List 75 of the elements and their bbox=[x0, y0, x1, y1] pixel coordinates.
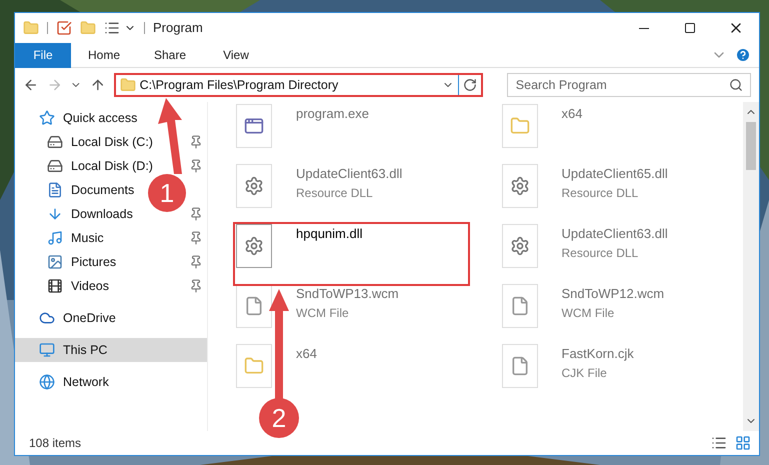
ribbon-tab[interactable]: Home bbox=[71, 42, 137, 68]
sidebar-item[interactable]: OneDrive bbox=[39, 308, 116, 328]
folder-icon bbox=[502, 104, 538, 148]
disk-drive-icon bbox=[47, 158, 63, 174]
pin-icon[interactable] bbox=[189, 255, 203, 269]
status-text: 108 items bbox=[29, 435, 82, 452]
cloud-icon bbox=[39, 310, 55, 326]
file-name: UpdateClient63.dll bbox=[296, 165, 402, 183]
address-path: C:\Program Files\Program Directory bbox=[140, 76, 340, 94]
folder-icon bbox=[120, 77, 136, 93]
disk-drive-icon bbox=[47, 134, 63, 150]
file-icon bbox=[236, 284, 272, 328]
file-name: SndToWP12.wcm bbox=[562, 285, 664, 303]
file-type: CJK File bbox=[562, 364, 608, 382]
search-field[interactable]: Search Program bbox=[506, 73, 751, 97]
refresh-icon[interactable] bbox=[462, 78, 477, 92]
search-icon bbox=[728, 78, 743, 92]
ribbon-tab[interactable]: File bbox=[15, 42, 71, 68]
file-icon bbox=[502, 344, 538, 388]
scrollbar[interactable] bbox=[743, 102, 759, 431]
pin-icon[interactable] bbox=[189, 279, 203, 293]
globe-icon bbox=[39, 374, 55, 390]
folder-icon bbox=[236, 344, 272, 388]
sidebar-item[interactable]: This PC bbox=[15, 338, 207, 362]
address-bar[interactable]: C:\Program Files\Program Directory bbox=[114, 73, 483, 97]
film-icon bbox=[47, 278, 63, 294]
pin-icon[interactable] bbox=[189, 159, 203, 173]
file-name: UpdateClient63.dll bbox=[562, 225, 668, 243]
gear-file-icon bbox=[236, 224, 272, 268]
sidebar-item[interactable]: Network bbox=[39, 372, 109, 392]
file-name: FastKorn.cjk bbox=[562, 345, 634, 363]
gear-file-icon bbox=[502, 164, 538, 208]
app-icon bbox=[236, 104, 272, 148]
document-icon bbox=[47, 182, 63, 198]
up-icon[interactable] bbox=[90, 77, 106, 93]
sidebar-item[interactable]: Pictures bbox=[47, 252, 116, 272]
music-note-icon bbox=[47, 230, 63, 246]
file-type: WCM File bbox=[562, 304, 616, 322]
back-icon[interactable] bbox=[23, 77, 39, 93]
file-type: Resource DLL bbox=[562, 184, 640, 202]
large-icons-view-icon[interactable] bbox=[735, 435, 751, 451]
maximize-icon bbox=[684, 22, 696, 34]
file-icon bbox=[502, 284, 538, 328]
sidebar-item[interactable]: Downloads bbox=[47, 204, 133, 224]
sidebar-item[interactable]: Music bbox=[47, 228, 104, 248]
file-name: x64 bbox=[296, 345, 317, 363]
picture-icon bbox=[47, 254, 63, 270]
monitor-icon bbox=[39, 342, 55, 358]
pin-icon[interactable] bbox=[189, 207, 203, 221]
scroll-thumb[interactable] bbox=[746, 122, 756, 170]
file-name: program.exe bbox=[296, 105, 369, 123]
sidebar-item[interactable]: Local Disk (D:) bbox=[47, 156, 153, 176]
ribbon-tab[interactable]: View bbox=[203, 42, 269, 68]
sidebar-item[interactable]: Videos bbox=[47, 276, 109, 296]
file-name: hpqunim.dll bbox=[296, 225, 362, 243]
sidebar-item[interactable]: Documents bbox=[47, 180, 134, 200]
properties-icon[interactable] bbox=[56, 20, 72, 36]
ribbon-tab[interactable]: Share bbox=[137, 42, 203, 68]
window-title: Program bbox=[153, 19, 203, 38]
view-icon[interactable] bbox=[104, 20, 120, 36]
sidebar-item[interactable]: Local Disk (C:) bbox=[47, 132, 153, 152]
file-type: Resource DLL bbox=[562, 244, 640, 262]
file-name: x64 bbox=[562, 105, 582, 123]
details-view-icon[interactable] bbox=[711, 435, 727, 451]
pin-icon[interactable] bbox=[189, 135, 203, 149]
star-icon bbox=[39, 110, 55, 126]
help-icon[interactable] bbox=[735, 47, 751, 63]
pin-icon[interactable] bbox=[189, 231, 203, 245]
file-type: WCM File bbox=[296, 304, 350, 322]
file-name: SndToWP13.wcm bbox=[296, 285, 399, 303]
file-name: UpdateClient65.dll bbox=[562, 165, 668, 183]
gear-file-icon bbox=[502, 224, 538, 268]
gear-file-icon bbox=[236, 164, 272, 208]
sidebar-item[interactable]: Quick access bbox=[39, 108, 138, 128]
file-type: Resource DLL bbox=[296, 184, 374, 202]
